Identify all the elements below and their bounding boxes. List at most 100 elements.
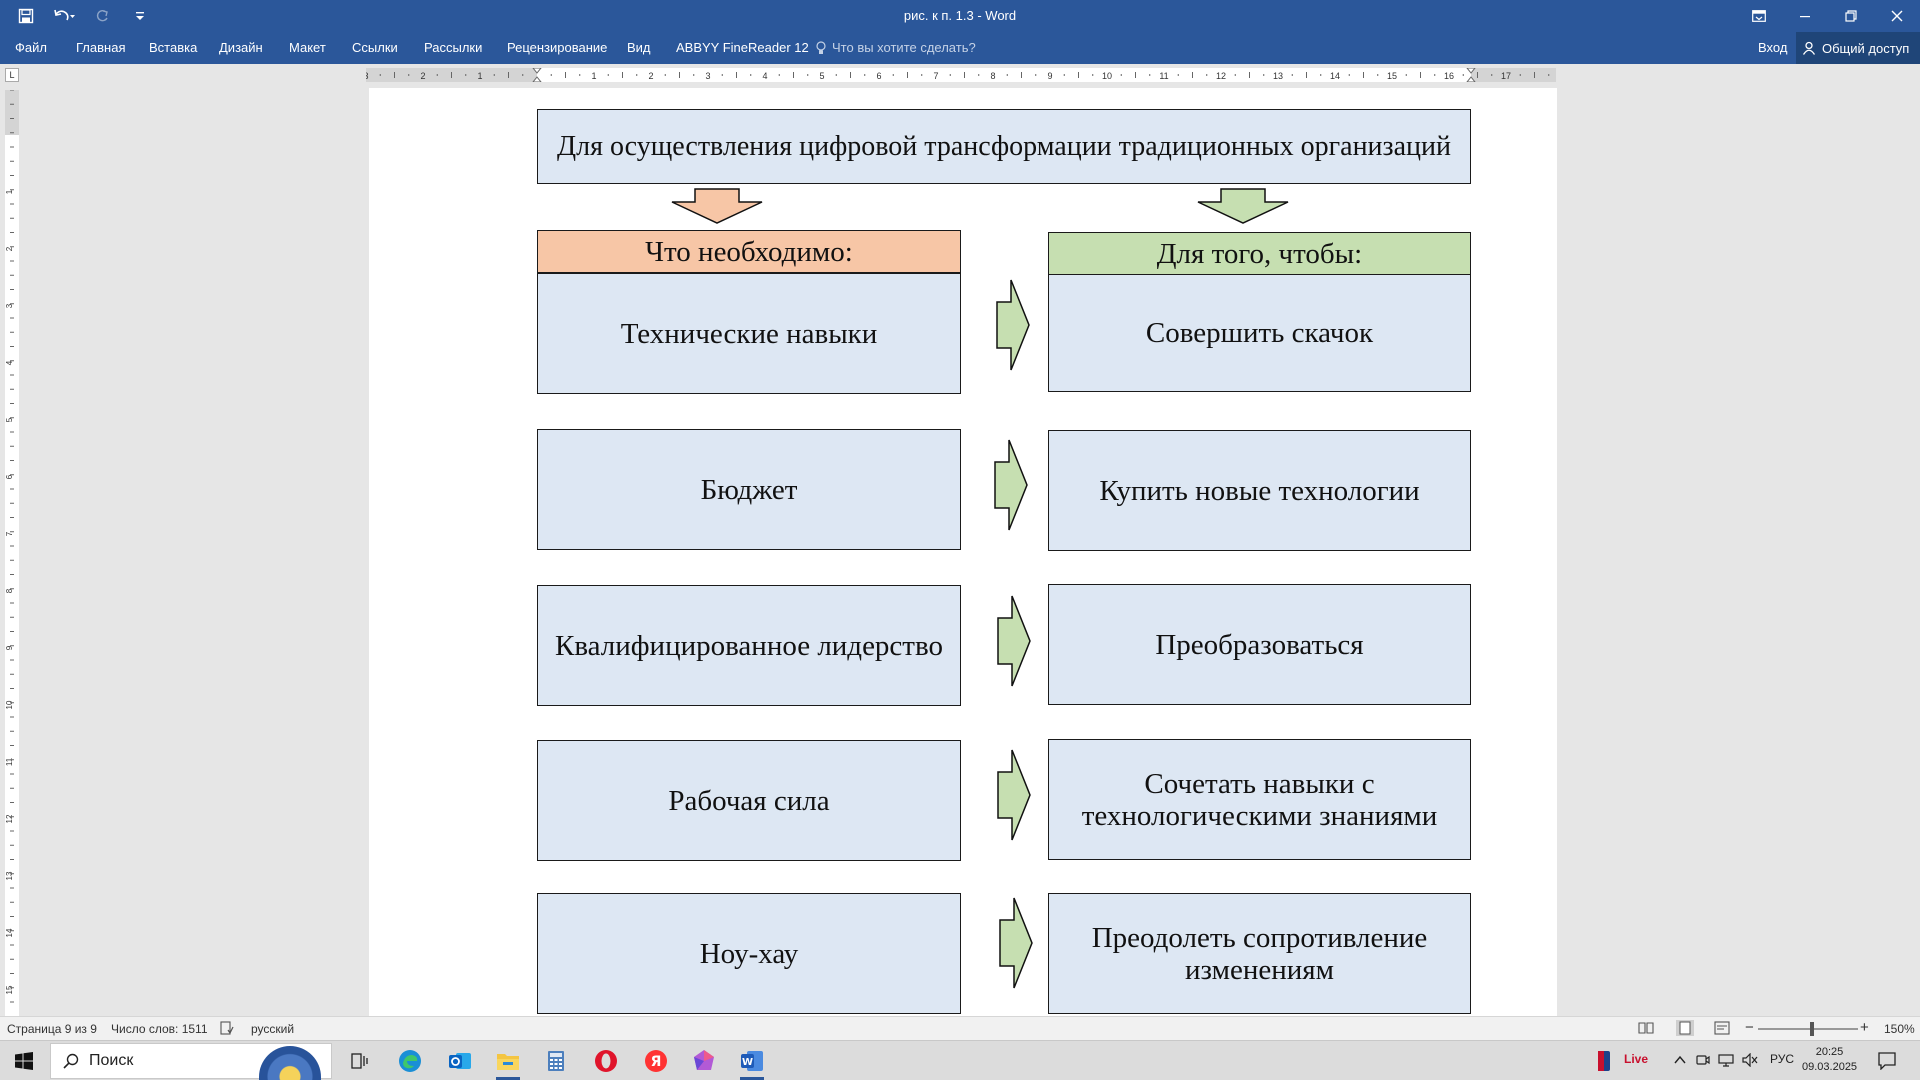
clock[interactable]: 20:25 09.03.2025 [1802, 1045, 1857, 1075]
tab-insert[interactable]: Вставка [149, 40, 197, 55]
tab-home[interactable]: Главная [76, 40, 125, 55]
volume-muted-icon[interactable] [1742, 1053, 1758, 1067]
ruler-number: 1 [591, 71, 596, 81]
tab-layout[interactable]: Макет [289, 40, 326, 55]
meet-now-icon[interactable] [1696, 1053, 1710, 1067]
ruler-number: 2 [648, 71, 653, 81]
app-icon[interactable] [684, 1045, 724, 1077]
tab-review[interactable]: Рецензирование [507, 40, 607, 55]
calculator-icon[interactable] [536, 1045, 576, 1077]
clock-time: 20:25 [1815, 1046, 1844, 1058]
taskbar: Поиск Я W Live РУС 20:25 09.03.2025 [0, 1040, 1920, 1080]
need-label: Бюджет [700, 473, 798, 506]
tab-file[interactable]: Файл [15, 40, 47, 55]
diagram-title: Для осуществления цифровой трансформации… [557, 130, 1451, 162]
goal-box: Совершить скачок [1048, 274, 1471, 392]
network-icon[interactable] [1718, 1053, 1734, 1067]
horizontal-ruler[interactable]: 3211234567891011121314151617 [366, 68, 1556, 82]
ruler-number: 12 [1216, 71, 1226, 81]
sign-in-link[interactable]: Вход [1758, 40, 1787, 55]
tab-selector[interactable]: L [5, 68, 19, 82]
vertical-ruler-number: 15 [5, 985, 14, 994]
zoom-out-icon[interactable]: − [1745, 1019, 1754, 1036]
close-icon[interactable] [1874, 0, 1920, 32]
yandex-icon[interactable]: Я [636, 1045, 676, 1077]
read-mode-icon[interactable] [1638, 1021, 1654, 1035]
goal-box: Преодолеть сопротивление изменениям [1048, 893, 1471, 1014]
goal-label: Купить новые технологии [1099, 474, 1420, 507]
ribbon-tabs: Файл Главная Вставка Дизайн Макет Ссылки… [0, 32, 1920, 64]
zoom-slider-track[interactable] [1758, 1028, 1858, 1030]
tab-abbyy[interactable]: ABBYY FineReader 12 [676, 40, 809, 55]
need-label: Квалифицированное лидерство [555, 629, 943, 662]
vertical-ruler-number: 12 [5, 814, 14, 823]
left-header: Что необходимо: [645, 235, 853, 268]
tab-design[interactable]: Дизайн [219, 40, 263, 55]
ruler-number: 8 [990, 71, 995, 81]
page-count[interactable]: Страница 9 из 9 [7, 1022, 97, 1036]
clock-date: 09.03.2025 [1802, 1061, 1858, 1073]
zoom-level[interactable]: 150% [1884, 1022, 1915, 1036]
left-header-box: Что необходимо: [537, 230, 961, 273]
input-language[interactable]: РУС [1770, 1052, 1794, 1066]
ruler-number: 6 [876, 71, 881, 81]
vertical-ruler-number: 13 [5, 871, 14, 880]
right-arrow [996, 279, 1030, 371]
windows-start-icon[interactable] [0, 1041, 48, 1080]
nba-icon[interactable] [1598, 1051, 1610, 1071]
diagram-title-box: Для осуществления цифровой трансформации… [537, 109, 1471, 184]
language-indicator[interactable]: русский [251, 1022, 294, 1036]
svg-text:Я: Я [651, 1054, 662, 1070]
goal-box: Купить новые технологии [1048, 430, 1471, 551]
ruler-number: 13 [1273, 71, 1283, 81]
minimize-icon[interactable] [1782, 0, 1828, 32]
search-highlight-image [259, 1046, 321, 1080]
need-box: Бюджет [537, 429, 961, 550]
opera-icon[interactable] [586, 1045, 626, 1077]
ruler-number: 10 [1102, 71, 1112, 81]
need-box: Рабочая сила [537, 740, 961, 861]
web-layout-icon[interactable] [1714, 1021, 1730, 1035]
right-indent-marker[interactable] [1466, 68, 1476, 82]
word-count[interactable]: Число слов: 1511 [111, 1022, 208, 1036]
edge-icon[interactable] [390, 1045, 430, 1077]
window-controls [1736, 0, 1920, 32]
vertical-ruler-number: 14 [5, 928, 14, 937]
tab-view[interactable]: Вид [627, 40, 651, 55]
outlook-icon[interactable] [440, 1045, 480, 1077]
zoom-in-icon[interactable]: + [1860, 1019, 1869, 1036]
word-icon[interactable]: W [732, 1045, 772, 1080]
chevron-up-icon[interactable] [1674, 1055, 1686, 1065]
ruler-number: 2 [420, 71, 425, 81]
document-page[interactable]: Для осуществления цифровой трансформации… [369, 88, 1557, 1016]
taskbar-search[interactable]: Поиск [50, 1043, 332, 1080]
vertical-ruler[interactable]: 1123456789101112131415 [5, 90, 19, 1016]
print-layout-icon[interactable] [1676, 1020, 1694, 1036]
ruler-ticks: 3211234567891011121314151617 [366, 68, 1550, 82]
proofing-icon[interactable] [220, 1021, 234, 1035]
ribbon-display-icon[interactable] [1736, 0, 1782, 32]
lightbulb-icon [816, 40, 826, 54]
right-header-box: Для того, чтобы: [1048, 232, 1471, 275]
need-label: Рабочая сила [668, 784, 830, 817]
title-bar: рис. к п. 1.3 - Word [0, 0, 1920, 32]
person-icon [1802, 41, 1816, 55]
notifications-icon[interactable] [1878, 1052, 1896, 1070]
file-explorer-icon[interactable] [488, 1045, 528, 1080]
ruler-number: 16 [1444, 71, 1454, 81]
task-view-icon[interactable] [340, 1045, 380, 1077]
down-arrow-right [1197, 188, 1289, 224]
tell-me-search[interactable]: Что вы хотите сделать? [816, 40, 976, 55]
vertical-ruler-ticks: 1123456789101112131415 [5, 90, 14, 1003]
goal-box: Сочетать навыки с технологическими знани… [1048, 739, 1471, 860]
share-button[interactable]: Общий доступ [1796, 32, 1920, 64]
live-indicator[interactable]: Live [1624, 1052, 1648, 1066]
tab-references[interactable]: Ссылки [352, 40, 398, 55]
zoom-slider-thumb[interactable] [1810, 1022, 1814, 1036]
tab-mailings[interactable]: Рассылки [424, 40, 482, 55]
restore-icon[interactable] [1828, 0, 1874, 32]
ruler-number: 1 [477, 71, 482, 81]
svg-text:W: W [742, 1057, 753, 1068]
first-line-indent-marker[interactable] [532, 68, 542, 82]
share-label: Общий доступ [1822, 40, 1910, 56]
